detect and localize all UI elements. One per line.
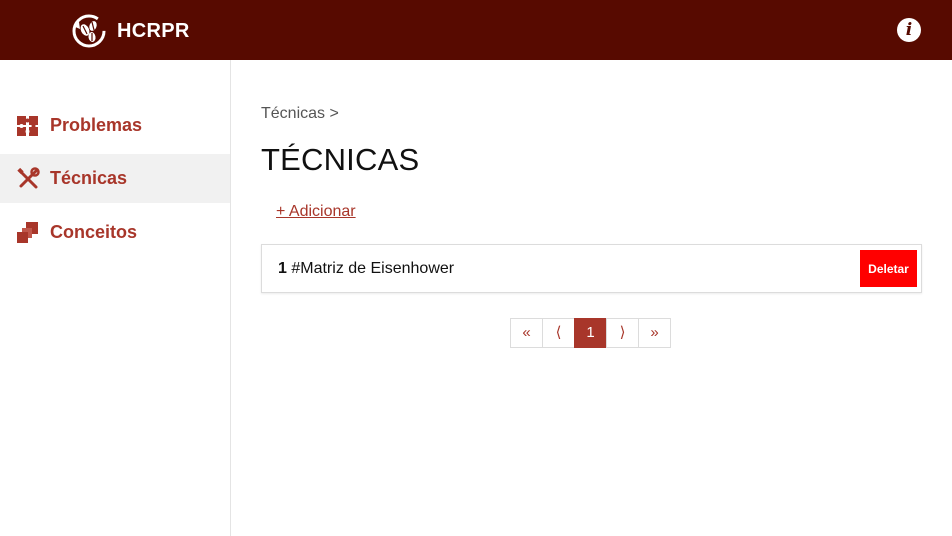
page-first-button[interactable]: «	[510, 318, 543, 348]
brand-link[interactable]: HCRPR	[71, 13, 190, 49]
add-link[interactable]: + Adicionar	[276, 203, 356, 221]
sidebar-item-problemas[interactable]: Problemas	[0, 101, 230, 150]
sidebar: Problemas Técnicas Conceitos	[0, 60, 231, 536]
list-item-number: 1	[278, 260, 287, 277]
breadcrumb[interactable]: Técnicas >	[261, 105, 339, 123]
app-title: HCRPR	[117, 19, 190, 42]
pagination: « ⟨ 1 ⟩ »	[510, 318, 671, 348]
sidebar-item-label: Técnicas	[50, 168, 128, 188]
info-icon[interactable]: i	[897, 18, 921, 42]
list-item-text: 1 #Matriz de Eisenhower	[278, 260, 454, 278]
top-navbar: HCRPR i	[0, 0, 952, 60]
list-item[interactable]: 1 #Matriz de Eisenhower Deletar	[261, 244, 922, 293]
delete-button[interactable]: Deletar	[860, 250, 917, 287]
sidebar-item-tecnicas[interactable]: Técnicas	[0, 154, 230, 203]
coffee-beans-cycle-icon	[72, 14, 106, 48]
page-last-button[interactable]: »	[638, 318, 671, 348]
page-current-button[interactable]: 1	[574, 318, 607, 348]
tools-icon	[17, 166, 40, 188]
page-next-button[interactable]: ⟩	[606, 318, 639, 348]
page-title: TÉCNICAS	[261, 142, 420, 177]
list-item-name: #Matriz de Eisenhower	[291, 260, 455, 277]
puzzle-pieces-icon	[17, 115, 38, 136]
sidebar-item-label: Problemas	[50, 115, 143, 135]
sidebar-item-conceitos[interactable]: Conceitos	[0, 208, 230, 257]
sidebar-item-label: Conceitos	[50, 222, 138, 242]
stacked-squares-icon	[17, 221, 38, 243]
page-prev-button[interactable]: ⟨	[542, 318, 575, 348]
